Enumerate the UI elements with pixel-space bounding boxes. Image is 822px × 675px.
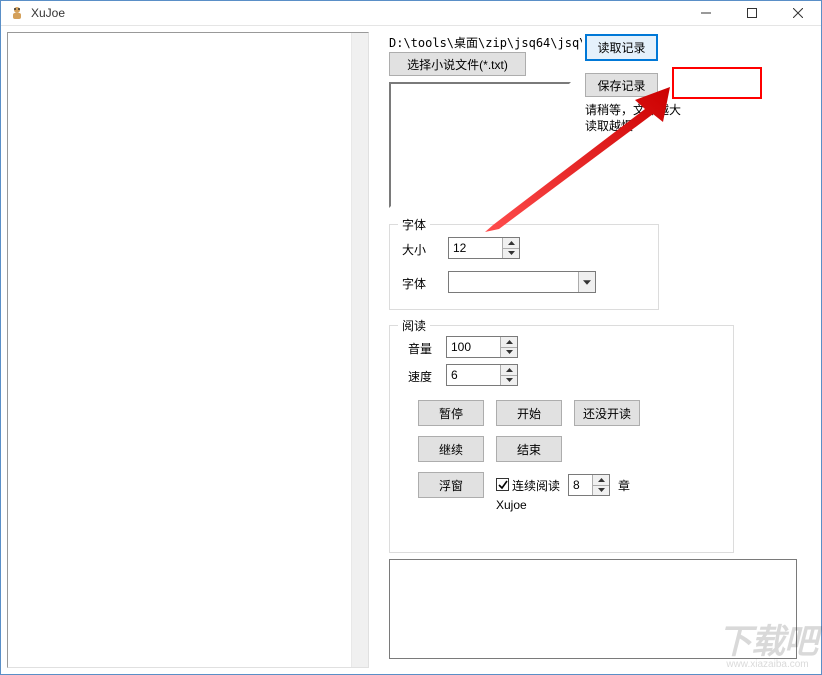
close-button[interactable] — [775, 1, 821, 25]
minimize-button[interactable] — [683, 1, 729, 25]
font-size-stepper[interactable] — [448, 237, 520, 259]
volume-input[interactable] — [447, 337, 501, 357]
controls-pane: D:\tools\桌面\zip\jsq64\jsq\re: 选择小说文件(*.t… — [375, 32, 815, 668]
chapter-input[interactable] — [569, 475, 593, 495]
speed-input[interactable] — [447, 365, 501, 385]
chapter-down[interactable] — [592, 486, 609, 496]
annotation-highlight — [672, 67, 762, 99]
chevron-down-icon[interactable] — [578, 272, 595, 292]
loading-hint: 请稍等，文件越大读取越慢 — [585, 102, 685, 134]
speed-label: 速度 — [408, 368, 432, 385]
font-family-combo[interactable] — [448, 271, 596, 293]
save-record-button[interactable]: 保存记录 — [585, 73, 658, 97]
speed-up[interactable] — [500, 365, 517, 376]
font-size-down[interactable] — [502, 249, 519, 259]
font-size-up[interactable] — [502, 238, 519, 249]
watermark: 下载吧 www.xiazaiba.com — [718, 614, 817, 670]
volume-label: 音量 — [408, 340, 432, 357]
watermark-logo: 下载吧 — [718, 614, 817, 663]
volume-up[interactable] — [500, 337, 517, 348]
chapter-list-box[interactable] — [389, 82, 571, 208]
font-size-label: 大小 — [402, 241, 426, 258]
file-path-label: D:\tools\桌面\zip\jsq64\jsq\re: — [389, 34, 582, 51]
float-window-button[interactable]: 浮窗 — [418, 472, 484, 498]
speed-down[interactable] — [500, 376, 517, 386]
client-area: D:\tools\桌面\zip\jsq64\jsq\re: 选择小说文件(*.t… — [1, 26, 821, 674]
app-icon — [9, 5, 25, 21]
end-button[interactable]: 结束 — [496, 436, 562, 462]
novel-content-pane[interactable] — [7, 32, 369, 668]
app-window: XuJoe D:\tools\桌面\zip\jsq64\jsq\re: 选择小说… — [0, 0, 822, 675]
chapter-stepper[interactable] — [568, 474, 610, 496]
read-record-button[interactable]: 读取记录 — [585, 34, 658, 61]
read-group: 阅读 音量 速度 暂停 — [389, 325, 734, 553]
window-title: XuJoe — [31, 6, 683, 20]
not-started-button[interactable]: 还没开读 — [574, 400, 640, 426]
continuous-read-checkbox[interactable] — [496, 478, 509, 491]
titlebar: XuJoe — [1, 1, 821, 26]
font-group: 字体 大小 字体 — [389, 224, 659, 310]
chapter-suffix-label: 章 — [618, 477, 630, 494]
window-controls — [683, 1, 821, 25]
font-group-title: 字体 — [398, 216, 430, 233]
maximize-button[interactable] — [729, 1, 775, 25]
continue-button[interactable]: 继续 — [418, 436, 484, 462]
select-file-button[interactable]: 选择小说文件(*.txt) — [389, 52, 526, 76]
read-group-title: 阅读 — [398, 317, 430, 334]
chapter-up[interactable] — [592, 475, 609, 486]
watermark-url: www.xiazaiba.com — [718, 659, 817, 670]
font-family-label: 字体 — [402, 275, 426, 292]
volume-stepper[interactable] — [446, 336, 518, 358]
volume-down[interactable] — [500, 348, 517, 358]
speed-stepper[interactable] — [446, 364, 518, 386]
scrollbar-vertical[interactable] — [351, 33, 368, 667]
start-button[interactable]: 开始 — [496, 400, 562, 426]
author-label: Xujoe — [496, 498, 527, 512]
pause-button[interactable]: 暂停 — [418, 400, 484, 426]
continuous-read-label: 连续阅读 — [512, 477, 560, 494]
font-size-input[interactable] — [449, 238, 503, 258]
